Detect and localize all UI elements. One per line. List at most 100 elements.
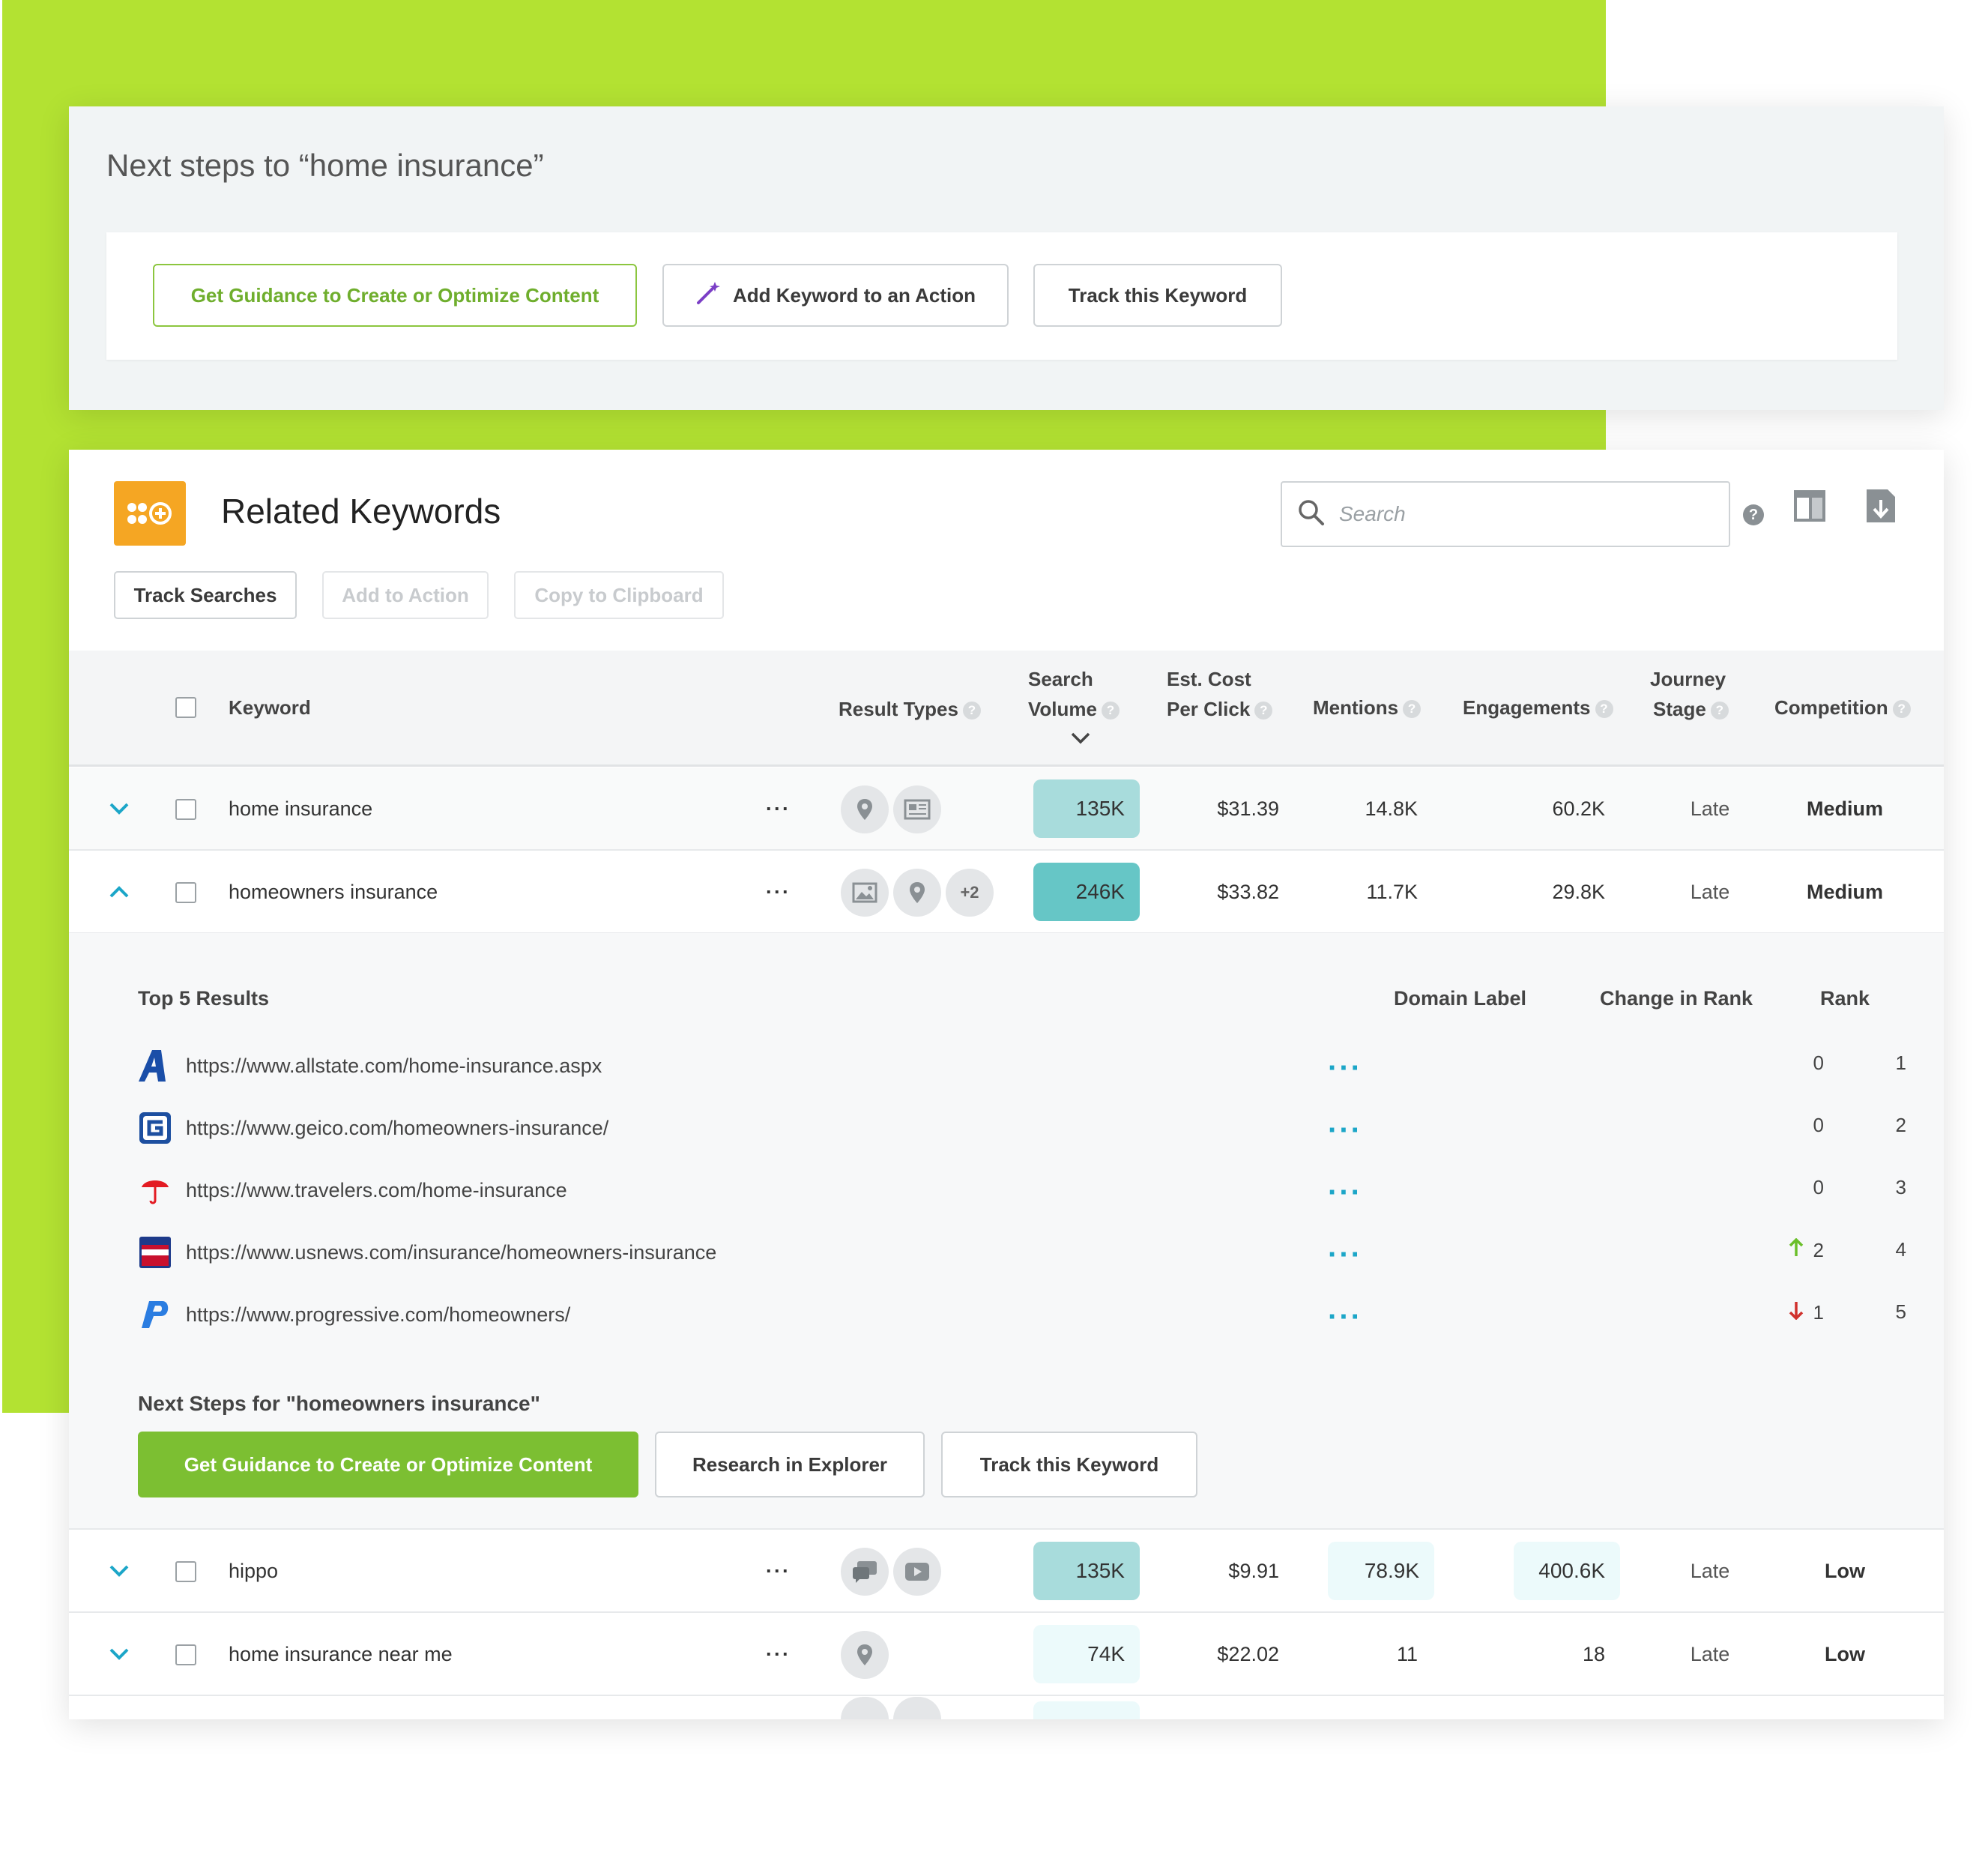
col-engagements[interactable]: Engagements? <box>1463 693 1613 723</box>
col-search-volume[interactable]: Search Volume? <box>1028 664 1120 754</box>
add-to-action-button[interactable]: Add to Action <box>322 571 489 619</box>
row-checkbox[interactable] <box>175 1561 196 1582</box>
expand-chevron-down-icon[interactable] <box>106 1641 132 1667</box>
research-in-explorer-label: Research in Explorer <box>692 1453 888 1476</box>
rank-change: 2 <box>1711 1237 1824 1263</box>
mentions-value: 11.7K <box>1366 881 1418 903</box>
more-options-icon[interactable]: ··· <box>1328 1115 1362 1145</box>
result-types <box>841 1613 893 1696</box>
row-checkbox[interactable] <box>175 799 196 820</box>
next-steps-title: Next steps to “home insurance” <box>106 148 544 183</box>
video-icon <box>893 1547 941 1596</box>
more-result-types-badge[interactable]: +2 <box>946 868 994 917</box>
table-row: home insurance ··· 135K $31.39 14.8K 60.… <box>69 767 1944 851</box>
expand-chevron-down-icon[interactable] <box>106 1558 132 1584</box>
row-checkbox[interactable] <box>175 1644 196 1665</box>
expand-chevron-down-icon[interactable] <box>106 796 132 821</box>
news-icon <box>893 785 941 833</box>
copy-to-clipboard-button[interactable]: Copy to Clipboard <box>514 571 724 619</box>
search-volume: 135K <box>1033 1542 1140 1600</box>
result-url[interactable]: https://www.allstate.com/home-insurance.… <box>186 1055 602 1078</box>
result-url[interactable]: https://www.usnews.com/insurance/homeown… <box>186 1241 716 1264</box>
engagements-value: 400.6K <box>1514 1542 1620 1600</box>
more-options-icon[interactable]: ··· <box>1328 1302 1362 1332</box>
col-result-types[interactable]: Result Types? <box>839 694 981 724</box>
track-keyword-button[interactable]: Track this Keyword <box>941 1432 1197 1497</box>
more-options-icon[interactable]: ··· <box>766 851 791 934</box>
map-pin-icon <box>841 785 889 833</box>
keyword-text[interactable]: home insurance <box>229 767 372 851</box>
cpc-value: $9.91 <box>1228 1560 1279 1582</box>
col-journey-line1: Journey <box>1650 668 1726 690</box>
row-checkbox[interactable] <box>175 882 196 903</box>
result-row: https://www.geico.com/homeowners-insuran… <box>138 1099 1936 1161</box>
journey-stage-value: Late <box>1690 881 1730 903</box>
table-row: hippo ··· 135K $9.91 78.9K 400.6K Late L… <box>69 1530 1944 1613</box>
search-help-icon[interactable]: ? <box>1743 504 1764 525</box>
cpc-value: $22.02 <box>1217 1643 1279 1665</box>
next-steps-card: Next steps to “home insurance” Get Guida… <box>69 106 1944 410</box>
engagements-value: 18 <box>1582 1643 1605 1665</box>
select-all-checkbox[interactable] <box>175 697 196 718</box>
more-options-icon[interactable]: ··· <box>766 1530 791 1613</box>
track-searches-label: Track Searches <box>133 583 277 606</box>
result-url[interactable]: https://www.progressive.com/homeowners/ <box>186 1303 570 1327</box>
result-row: https://www.travelers.com/home-insurance… <box>138 1161 1936 1223</box>
export-icon[interactable] <box>1862 487 1900 525</box>
keyword-text[interactable]: hippo <box>229 1530 278 1613</box>
search-volume: 74K <box>1033 1625 1140 1683</box>
copy-to-clipboard-label: Copy to Clipboard <box>534 583 704 606</box>
result-types <box>841 767 946 851</box>
col-cpc-line1: Est. Cost <box>1167 668 1251 690</box>
col-competition[interactable]: Competition? <box>1774 693 1911 723</box>
track-searches-button[interactable]: Track Searches <box>114 571 297 619</box>
keyword-text[interactable]: homeowners insurance <box>229 851 438 934</box>
journey-stage-value: Late <box>1690 1560 1730 1582</box>
rank-change-value: 0 <box>1813 1176 1824 1198</box>
col-cpc[interactable]: Est. Cost Per Click? <box>1167 664 1273 724</box>
more-options-icon[interactable]: ··· <box>1328 1053 1362 1083</box>
help-icon: ? <box>1403 700 1421 719</box>
add-keyword-to-action-button[interactable]: Add Keyword to an Action <box>662 264 1009 327</box>
more-options-icon[interactable]: ··· <box>766 1613 791 1696</box>
col-keyword[interactable]: Keyword <box>229 693 311 723</box>
more-options-icon[interactable]: ··· <box>766 767 791 851</box>
related-keywords-logo-icon <box>114 481 186 546</box>
more-options-icon[interactable]: ··· <box>1328 1240 1362 1270</box>
help-icon: ? <box>1254 702 1273 720</box>
rank-value: 3 <box>1895 1176 1906 1198</box>
col-engagements-label: Engagements <box>1463 696 1591 719</box>
result-url[interactable]: https://www.geico.com/homeowners-insuran… <box>186 1117 608 1140</box>
related-keywords-panel: Related Keywords ? Track Searches Add to… <box>69 450 1944 1719</box>
rank-change: 1 <box>1711 1300 1824 1325</box>
research-in-explorer-button[interactable]: Research in Explorer <box>655 1432 925 1497</box>
rank-value: 1 <box>1895 1052 1906 1074</box>
columns-icon[interactable] <box>1791 487 1828 525</box>
magic-wand-icon <box>695 280 721 311</box>
more-options-icon[interactable]: ··· <box>1328 1177 1362 1207</box>
expanded-details: Top 5 Results Domain Label Change in Ran… <box>69 933 1944 1530</box>
collapse-chevron-up-icon[interactable] <box>106 879 132 905</box>
get-guidance-button[interactable]: Get Guidance to Create or Optimize Conte… <box>153 264 637 327</box>
get-guidance-label: Get Guidance to Create or Optimize Conte… <box>190 283 599 307</box>
help-icon: ? <box>962 702 981 720</box>
rank-change: 0 <box>1711 1052 1824 1075</box>
col-journey-stage[interactable]: Journey Stage? <box>1650 664 1729 724</box>
competition-value: Low <box>1825 1560 1865 1582</box>
col-competition-label: Competition <box>1774 696 1888 719</box>
track-keyword-button[interactable]: Track this Keyword <box>1033 264 1282 327</box>
keyword-text[interactable]: home insurance near me <box>229 1613 453 1696</box>
get-guidance-button[interactable]: Get Guidance to Create or Optimize Conte… <box>138 1432 638 1497</box>
rank-change-value: 0 <box>1813 1114 1824 1136</box>
competition-value: Medium <box>1806 881 1883 903</box>
domain-label-heading: Domain Label <box>1394 987 1527 1010</box>
result-type-partial-icon <box>841 1697 889 1719</box>
result-url[interactable]: https://www.travelers.com/home-insurance <box>186 1179 567 1202</box>
result-type-partial-icon <box>893 1697 941 1719</box>
col-mentions[interactable]: Mentions? <box>1313 693 1421 723</box>
next-steps-heading: Next Steps for "homeowners insurance" <box>138 1392 540 1415</box>
search-input[interactable] <box>1339 502 1699 526</box>
result-types <box>841 1530 946 1613</box>
table-row: home insurance near me ··· 74K $22.02 11… <box>69 1613 1944 1696</box>
search-volume: 135K <box>1033 779 1140 838</box>
